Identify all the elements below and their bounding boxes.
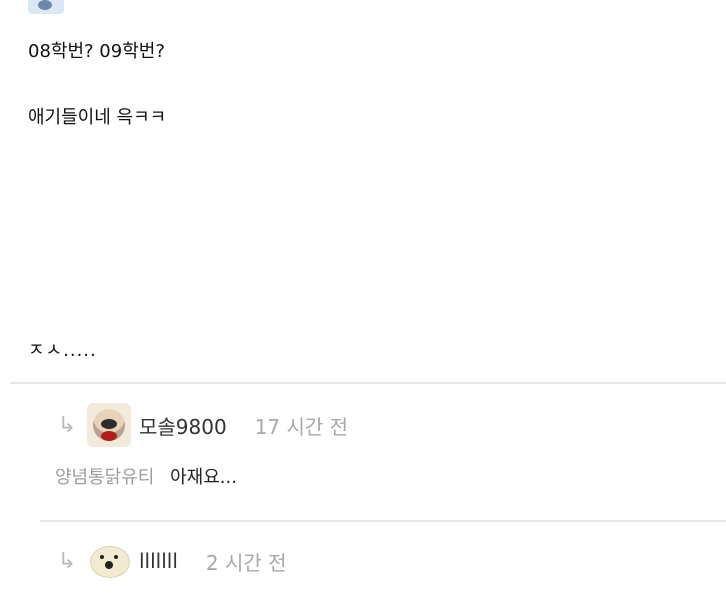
reply-header: ↳ 모솔9800 17 시간 전 — [55, 403, 726, 447]
reply-content: 아재요... — [170, 467, 237, 488]
post-body: 08학번? 09학번? 애기들이네 윽ㅋㅋ — [28, 38, 166, 132]
reply-mention[interactable]: 양념통닭유티 — [55, 467, 154, 488]
partial-meta — [80, 0, 380, 9]
reply-time: 17 시간 전 — [254, 414, 349, 439]
reply-item-2: ↳ lllllll 2 시간 전 — [55, 539, 726, 583]
reply-item-1: ↳ 모솔9800 17 시간 전 양념통닭유티 아재요... — [55, 403, 726, 489]
reply-header: ↳ lllllll 2 시간 전 — [55, 539, 726, 583]
reply-arrow-icon: ↳ — [57, 412, 77, 438]
reply-divider — [40, 520, 726, 522]
reply-author[interactable]: 모솔9800 — [139, 411, 227, 440]
comment-divider — [10, 382, 726, 384]
reply-author[interactable]: lllllll — [139, 549, 178, 573]
post-line-2: 애기들이네 윽ㅋㅋ — [28, 107, 167, 128]
avatar[interactable] — [87, 403, 131, 447]
partial-avatar — [28, 0, 64, 14]
post-line-1: 08학번? 09학번? — [28, 41, 165, 62]
reply-time: 2 시간 전 — [205, 550, 287, 575]
reply-arrow-icon: ↳ — [57, 548, 77, 574]
post-line-3: ㅈㅅ..... — [28, 340, 97, 361]
avatar[interactable] — [87, 539, 131, 583]
reply-text: 양념통닭유티 아재요... — [55, 463, 726, 489]
